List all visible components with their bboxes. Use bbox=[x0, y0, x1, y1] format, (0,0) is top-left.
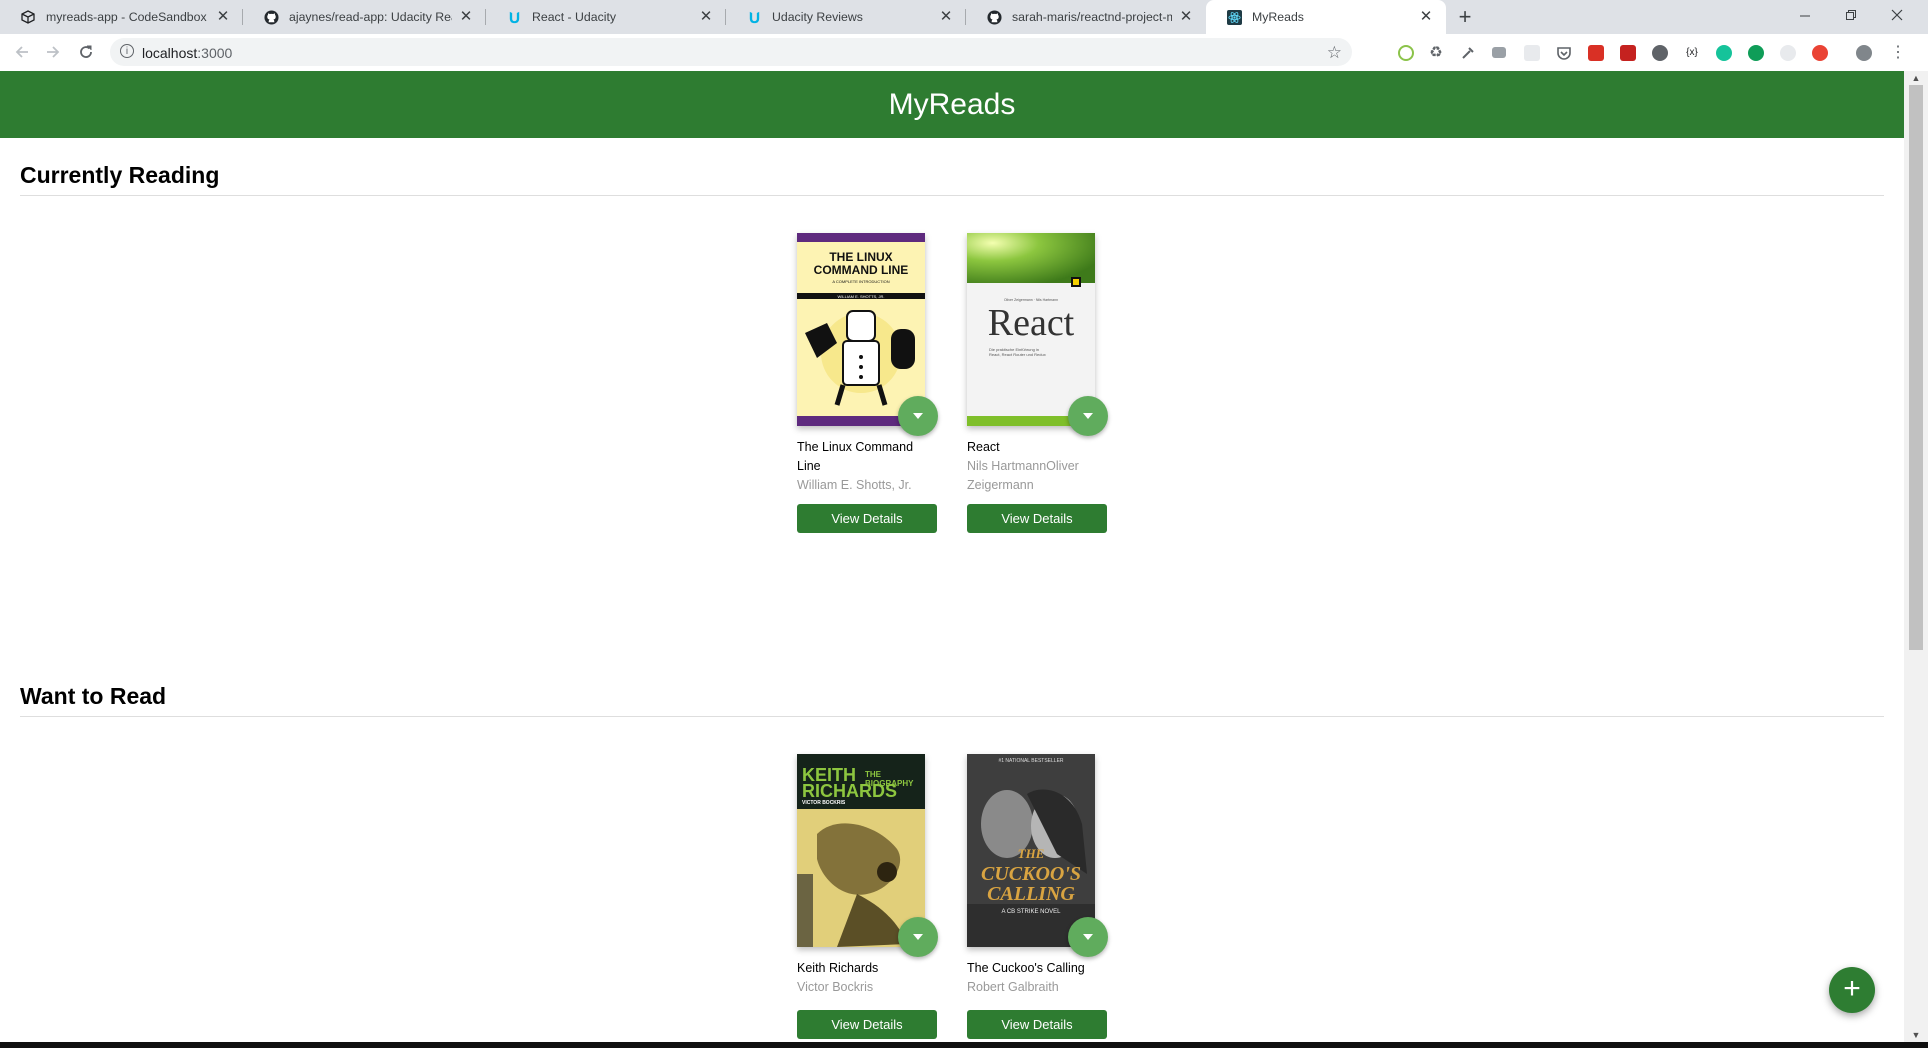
stop-extension-icon[interactable] bbox=[1812, 45, 1828, 61]
camera-icon[interactable] bbox=[1492, 47, 1506, 58]
shelf-title: Want to Read bbox=[20, 683, 167, 709]
view-details-button[interactable]: View Details bbox=[967, 1010, 1107, 1039]
shelf-changer-button[interactable] bbox=[1068, 396, 1108, 436]
tab-title: MyReads bbox=[1252, 10, 1304, 24]
browser-tab[interactable]: ajaynes/read-app: Udacity React ✕ bbox=[243, 0, 486, 34]
book-title: React bbox=[967, 440, 1000, 454]
udacity-icon bbox=[746, 9, 762, 25]
browser-tab[interactable]: Udacity Reviews ✕ bbox=[726, 0, 966, 34]
forward-arrow-icon[interactable] bbox=[39, 38, 67, 66]
cover-subtitle: Die praktische Einführung in React, Reac… bbox=[989, 347, 1046, 357]
menu-kebab-icon[interactable]: ⋮ bbox=[1890, 45, 1906, 61]
caret-down-icon bbox=[913, 413, 923, 419]
reload-icon[interactable] bbox=[72, 38, 100, 66]
site-info-icon[interactable]: i bbox=[120, 44, 134, 58]
json-icon[interactable]: {x} bbox=[1684, 45, 1700, 61]
bookmark-star-icon[interactable]: ☆ bbox=[1327, 43, 1342, 63]
profile-avatar-icon[interactable] bbox=[1856, 45, 1872, 61]
scroll-up-arrow-icon[interactable]: ▲ bbox=[1904, 71, 1928, 85]
book-cover[interactable]: KEITH RICHARDS THE BIOGRAPHY VICTOR BOCKR… bbox=[797, 754, 925, 947]
shelf-changer-button[interactable] bbox=[898, 396, 938, 436]
extension-hex-icon[interactable] bbox=[1398, 45, 1414, 61]
scroll-down-arrow-icon[interactable]: ▼ bbox=[1904, 1028, 1928, 1042]
tab-title: React - Udacity bbox=[532, 10, 617, 24]
grammarly-icon[interactable] bbox=[1716, 45, 1732, 61]
new-tab-button[interactable]: + bbox=[1452, 4, 1478, 30]
tab-title: Udacity Reviews bbox=[772, 10, 863, 24]
tab-title: ajaynes/read-app: Udacity React bbox=[289, 10, 452, 24]
book-authors: Victor Bockris bbox=[797, 980, 874, 994]
browser-tab[interactable]: React - Udacity ✕ bbox=[486, 0, 726, 34]
cover-subtitle: A CB STRIKE NOVEL bbox=[1001, 909, 1061, 915]
browser-tab[interactable]: myreads-app - CodeSandbox ✕ bbox=[0, 0, 243, 34]
book-title: Keith Richards bbox=[797, 961, 879, 975]
book-cover[interactable]: THE LINUX COMMAND LINE A COMPLETE INTRODU… bbox=[797, 233, 925, 426]
cover-author: WILLIAM E. SHOTTS, JR. bbox=[837, 294, 885, 299]
tab-title: myreads-app - CodeSandbox bbox=[46, 10, 207, 24]
shelf-divider bbox=[20, 195, 1884, 196]
view-details-button[interactable]: View Details bbox=[967, 504, 1107, 533]
url-text: localhost:3000 bbox=[142, 45, 233, 61]
udacity-icon bbox=[506, 9, 522, 25]
cover-subtitle: THE BIOGRAPHY bbox=[865, 770, 914, 788]
book-title: The Linux Command Line bbox=[797, 440, 914, 473]
caret-down-icon bbox=[1083, 934, 1093, 940]
shelf-changer-button[interactable] bbox=[1068, 917, 1108, 957]
tab-close-icon[interactable]: ✕ bbox=[458, 9, 474, 25]
cover-title: THE CUCKOO'S CALLING bbox=[980, 846, 1082, 905]
page-viewport: MyReads Currently Reading THE LINUX COMMA… bbox=[0, 71, 1904, 1042]
cover-subtitle: A COMPLETE INTRODUCTION bbox=[832, 279, 890, 284]
address-bar[interactable]: i localhost:3000 ☆ bbox=[110, 38, 1352, 66]
calendar-badge-icon[interactable] bbox=[1588, 45, 1604, 61]
eyedropper-icon[interactable] bbox=[1460, 45, 1476, 61]
caret-down-icon bbox=[1083, 413, 1093, 419]
cover-tagline: #1 NATIONAL BESTSELLER bbox=[998, 758, 1064, 764]
view-details-button[interactable]: View Details bbox=[797, 1010, 937, 1039]
book-authors: Nils HartmannOliver Zeigermann bbox=[967, 459, 1079, 492]
recycle-icon[interactable]: ♻ bbox=[1428, 45, 1444, 61]
tab-close-icon[interactable]: ✕ bbox=[1418, 9, 1434, 25]
browser-tab-strip: myreads-app - CodeSandbox ✕ ajaynes/read… bbox=[0, 0, 1928, 34]
scrollbar-thumb[interactable] bbox=[1909, 85, 1923, 650]
cover-title: THE LINUX COMMAND LINE bbox=[813, 250, 909, 277]
cover-title: React bbox=[987, 302, 1075, 344]
restore-icon[interactable] bbox=[1828, 0, 1874, 30]
app-header: MyReads bbox=[0, 71, 1904, 138]
caret-down-icon bbox=[913, 934, 923, 940]
circle-extension-icon[interactable] bbox=[1652, 45, 1668, 61]
codesandbox-icon bbox=[20, 9, 36, 25]
github-icon bbox=[986, 9, 1002, 25]
react-icon bbox=[1226, 9, 1242, 25]
shelf-divider bbox=[20, 716, 1884, 717]
github-icon bbox=[263, 9, 279, 25]
minimize-icon[interactable] bbox=[1782, 0, 1828, 30]
shelf-title: Currently Reading bbox=[20, 162, 220, 188]
book-title: The Cuckoo's Calling bbox=[967, 961, 1085, 975]
page-scrollbar[interactable]: ▲ ▼ bbox=[1904, 71, 1928, 1042]
browser-tab-active[interactable]: MyReads ✕ bbox=[1206, 0, 1446, 34]
tab-close-icon[interactable]: ✕ bbox=[215, 9, 231, 25]
book-cover[interactable]: Oliver Zeigermann · Nils Hartmann React … bbox=[967, 233, 1095, 426]
tab-close-icon[interactable]: ✕ bbox=[938, 9, 954, 25]
tab-close-icon[interactable]: ✕ bbox=[698, 9, 714, 25]
close-window-icon[interactable] bbox=[1874, 0, 1920, 30]
browser-tab[interactable]: sarah-maris/reactnd-project-myr ✕ bbox=[966, 0, 1206, 34]
shelf-changer-button[interactable] bbox=[898, 917, 938, 957]
dollar-extension-icon[interactable] bbox=[1748, 45, 1764, 61]
add-book-button[interactable]: + bbox=[1829, 967, 1875, 1013]
screenshot-icon[interactable] bbox=[1524, 45, 1540, 61]
back-arrow-icon[interactable] bbox=[8, 38, 36, 66]
pocket-icon[interactable] bbox=[1556, 45, 1572, 61]
extension-gray-icon[interactable] bbox=[1780, 45, 1796, 61]
book-authors: Robert Galbraith bbox=[967, 980, 1059, 994]
cover-author: VICTOR BOCKRIS bbox=[802, 800, 846, 806]
tab-title: sarah-maris/reactnd-project-myr bbox=[1012, 10, 1172, 24]
pdf-icon[interactable] bbox=[1620, 45, 1636, 61]
book-cover[interactable]: #1 NATIONAL BESTSELLER THE CUCKOO'S CALLIN… bbox=[967, 754, 1095, 947]
tab-close-icon[interactable]: ✕ bbox=[1178, 9, 1194, 25]
book-authors: William E. Shotts, Jr. bbox=[797, 478, 912, 492]
view-details-button[interactable]: View Details bbox=[797, 504, 937, 533]
os-taskbar bbox=[0, 1042, 1928, 1048]
browser-toolbar: i localhost:3000 ☆ ♻ {x} ⋮ bbox=[0, 34, 1928, 72]
